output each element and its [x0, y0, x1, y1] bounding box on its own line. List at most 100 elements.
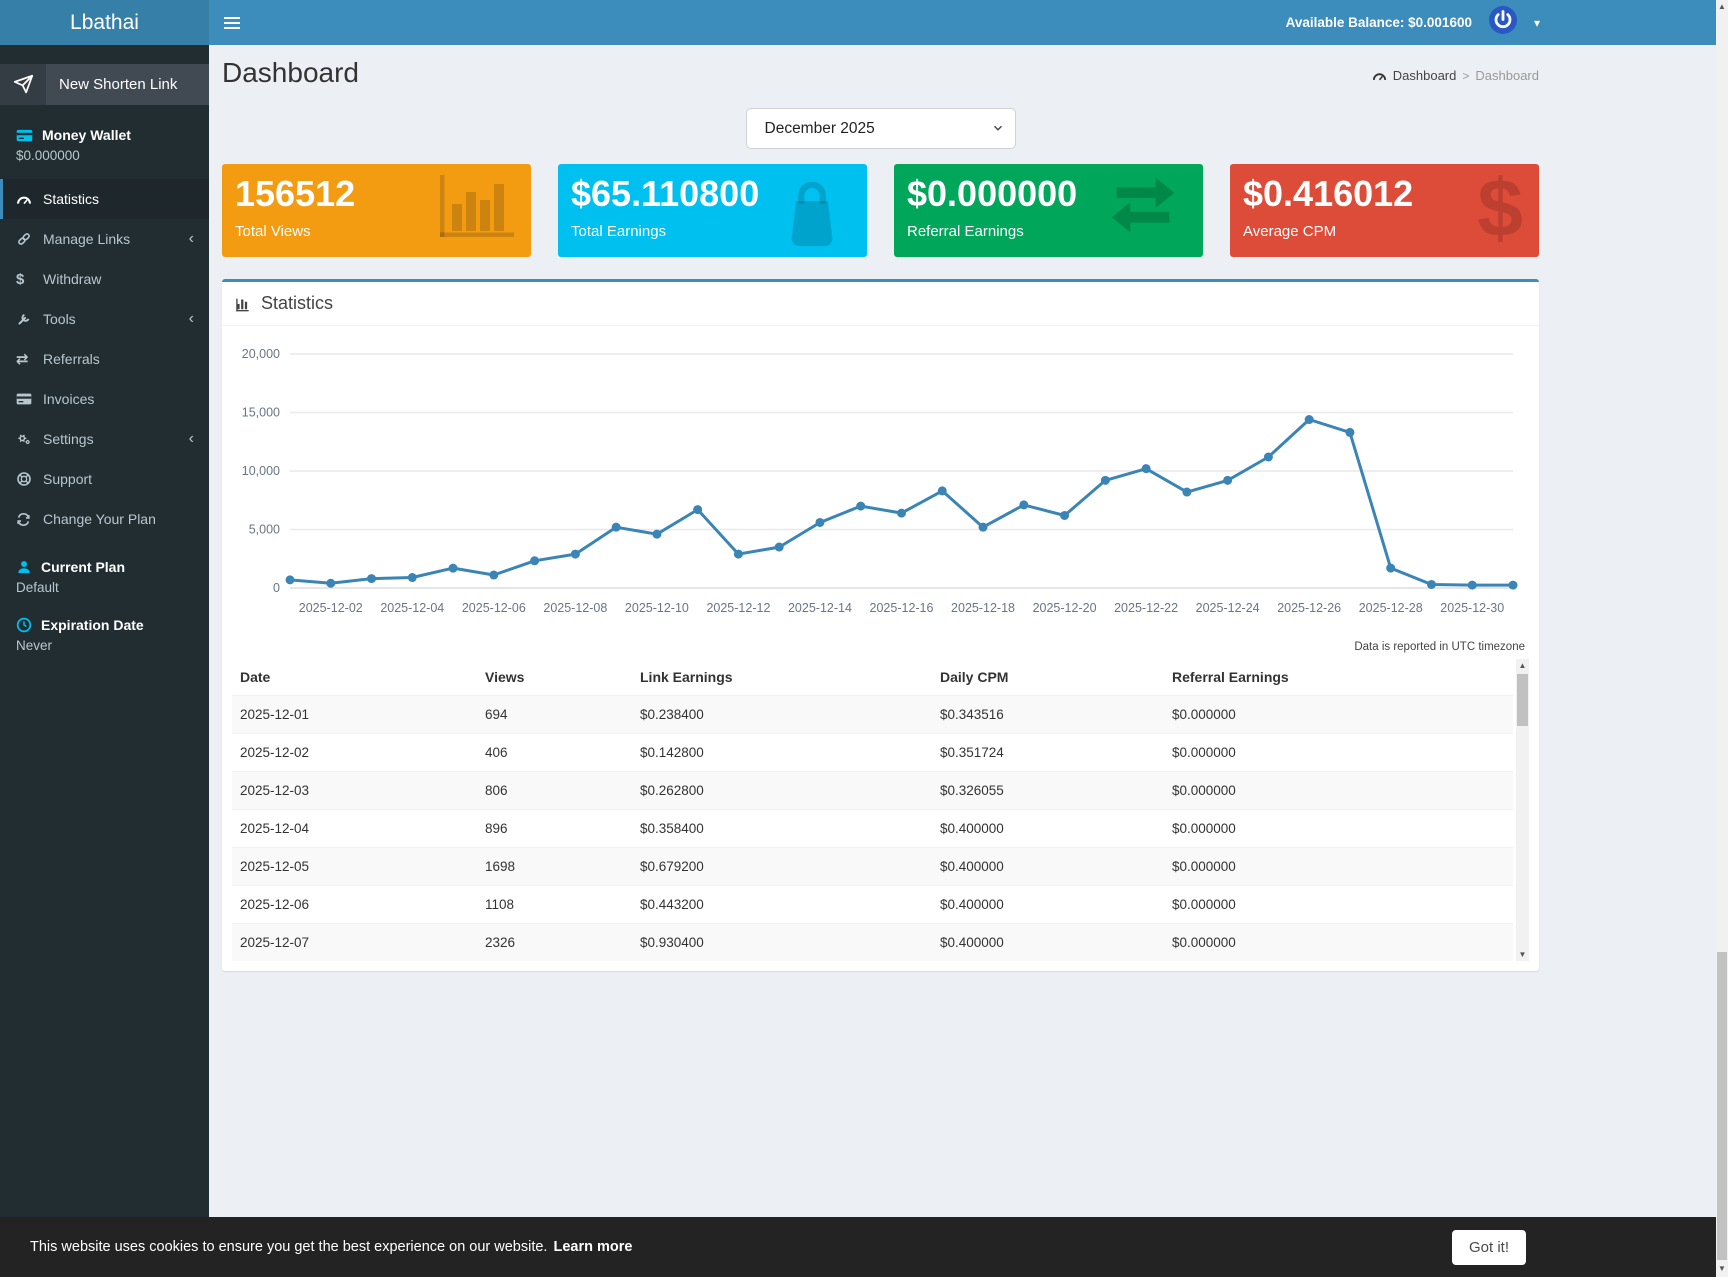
- chevron-left-icon: ‹: [188, 310, 194, 327]
- table-cell: $0.000000: [1164, 885, 1513, 924]
- sidebar-item-label: Withdraw: [43, 271, 102, 287]
- sidebar-item-label: Tools: [43, 311, 76, 327]
- svg-text:10,000: 10,000: [242, 464, 280, 478]
- table-cell: 406: [477, 733, 632, 772]
- life-ring-icon: [16, 471, 43, 487]
- svg-text:2025-12-30: 2025-12-30: [1440, 601, 1504, 615]
- table-row: 2025-12-06 1108 $0.443200 $0.400000 $0.00000…: [232, 885, 1513, 924]
- svg-text:2025-12-18: 2025-12-18: [951, 601, 1015, 615]
- brand-logo[interactable]: Lbathai: [0, 0, 209, 45]
- sidebar-item-referrals[interactable]: ⇄ Referrals: [0, 339, 209, 379]
- sidebar-item-withdraw[interactable]: $ Withdraw: [0, 259, 209, 299]
- stat-card-total-views: 156512 Total Views: [222, 164, 531, 257]
- sidebar-item-change-your-plan[interactable]: Change Your Plan: [0, 499, 209, 539]
- bar-chart-icon: [439, 174, 515, 243]
- daily-stats-table: Date Views Link Earnings Daily CPM Referral …: [232, 659, 1529, 961]
- table-cell: 1698: [477, 847, 632, 886]
- sidebar-item-invoices[interactable]: Invoices: [0, 379, 209, 419]
- svg-text:15,000: 15,000: [242, 406, 280, 420]
- stat-card-average-cpm: $0.416012 Average CPM $: [1230, 164, 1539, 257]
- wallet-value: $0.000000: [16, 148, 80, 163]
- scroll-up-icon[interactable]: ▲: [1716, 0, 1728, 13]
- exchange-arrows-icon: [1099, 174, 1187, 241]
- breadcrumb-current: Dashboard: [1475, 68, 1539, 83]
- column-header-link-earnings: Link Earnings: [640, 669, 733, 685]
- table-cell: $0.000000: [1164, 923, 1513, 961]
- table-cell: $0.238400: [632, 695, 932, 734]
- month-select-value: December 2025: [764, 120, 875, 137]
- table-scrollbar[interactable]: ▲ ▼: [1516, 659, 1529, 961]
- table-row: 2025-12-01 694 $0.238400 $0.343516 $0.000000: [232, 695, 1513, 734]
- page-scrollbar-thumb[interactable]: [1717, 952, 1727, 1260]
- page-scrollbar[interactable]: ▲ ▼: [1716, 0, 1728, 1277]
- month-select[interactable]: December 2025: [745, 108, 1016, 149]
- table-cell: $0.400000: [932, 885, 1164, 924]
- table-cell: $0.000000: [1164, 733, 1513, 772]
- expiration-date-value: Never: [16, 638, 53, 653]
- tachometer-icon: [1372, 69, 1387, 82]
- sidebar-item-settings[interactable]: Settings ‹: [0, 419, 209, 459]
- statistics-title: Statistics: [261, 293, 334, 313]
- dollar-sign-icon: $: [1477, 164, 1523, 254]
- power-icon[interactable]: [1488, 5, 1518, 40]
- svg-text:2025-12-02: 2025-12-02: [299, 601, 363, 615]
- svg-text:2025-12-20: 2025-12-20: [1033, 601, 1097, 615]
- new-shorten-link-button[interactable]: New Shorten Link: [0, 64, 209, 105]
- table-cell: $0.400000: [932, 809, 1164, 848]
- table-scrollbar-thumb[interactable]: [1517, 674, 1528, 726]
- sidebar-item-statistics[interactable]: Statistics: [0, 179, 209, 219]
- got-it-button[interactable]: Got it!: [1451, 1230, 1526, 1265]
- table-cell: 2025-12-07: [232, 923, 477, 961]
- table-cell: $0.000000: [1164, 809, 1513, 848]
- shopping-bag-icon: [773, 174, 851, 257]
- svg-text:2025-12-24: 2025-12-24: [1196, 601, 1260, 615]
- table-cell: 2025-12-03: [232, 771, 477, 810]
- svg-text:5,000: 5,000: [249, 523, 280, 537]
- clock-icon: [16, 617, 32, 633]
- chevron-left-icon: ‹: [188, 430, 194, 447]
- table-cell: $0.000000: [1164, 695, 1513, 734]
- table-cell: 806: [477, 771, 632, 810]
- wallet-label: Money Wallet: [42, 127, 131, 143]
- breadcrumb-separator: >: [1462, 68, 1470, 83]
- svg-text:2025-12-14: 2025-12-14: [788, 601, 852, 615]
- sidebar-item-label: Manage Links: [43, 231, 131, 247]
- current-plan-label: Current Plan: [41, 559, 126, 575]
- learn-more-link[interactable]: Learn more: [553, 1239, 632, 1255]
- sidebar-item-support[interactable]: Support: [0, 459, 209, 499]
- sidebar-item-manage-links[interactable]: Manage Links ‹: [0, 219, 209, 259]
- table-cell: $0.000000: [1164, 847, 1513, 886]
- svg-text:2025-12-28: 2025-12-28: [1359, 601, 1423, 615]
- scroll-up-icon[interactable]: ▲: [1516, 659, 1529, 672]
- scroll-down-icon[interactable]: ▼: [1716, 1262, 1728, 1275]
- column-header-referral-earnings: Referral Earnings: [1172, 669, 1289, 685]
- user-icon: [16, 559, 32, 575]
- table-row: 2025-12-07 2326 $0.930400 $0.400000 $0.00000…: [232, 923, 1513, 961]
- table-cell: 896: [477, 809, 632, 848]
- hamburger-icon[interactable]: [209, 0, 255, 45]
- table-row: 2025-12-02 406 $0.142800 $0.351724 $0.000000: [232, 733, 1513, 772]
- sidebar-item-tools[interactable]: Tools ‹: [0, 299, 209, 339]
- chart-icon: [234, 295, 252, 313]
- table-cell: $0.000000: [1164, 771, 1513, 810]
- caret-down-icon[interactable]: ▾: [1534, 16, 1540, 30]
- table-cell: $0.326055: [932, 771, 1164, 810]
- table-cell: $0.142800: [632, 733, 932, 772]
- column-header-date: Date: [240, 669, 271, 685]
- money-wallet[interactable]: Money Wallet $0.000000: [0, 105, 209, 167]
- statistics-panel: Statistics 0 5,000 10,000 15,000 20,000 2025-…: [222, 279, 1539, 971]
- table-cell: 694: [477, 695, 632, 734]
- breadcrumb-item[interactable]: Dashboard: [1393, 68, 1457, 83]
- stat-card-referral-earnings: $0.000000 Referral Earnings: [894, 164, 1203, 257]
- svg-text:2025-12-26: 2025-12-26: [1277, 601, 1341, 615]
- sidebar-item-label: Change Your Plan: [43, 511, 156, 527]
- svg-text:2025-12-04: 2025-12-04: [380, 601, 444, 615]
- scroll-down-icon[interactable]: ▼: [1516, 948, 1529, 961]
- stat-card-total-earnings: $65.110800 Total Earnings: [558, 164, 867, 257]
- stat-cards: 156512 Total Views $65.110800 Total Earning…: [222, 164, 1539, 257]
- table-cell: 2025-12-04: [232, 809, 477, 848]
- sidebar: New Shorten Link Money Wallet $0.000000 …: [0, 45, 209, 1277]
- top-navbar: Lbathai Available Balance: $0.001600 ▾: [0, 0, 1728, 45]
- sidebar-item-label: Support: [43, 471, 93, 487]
- svg-text:2025-12-22: 2025-12-22: [1114, 601, 1178, 615]
